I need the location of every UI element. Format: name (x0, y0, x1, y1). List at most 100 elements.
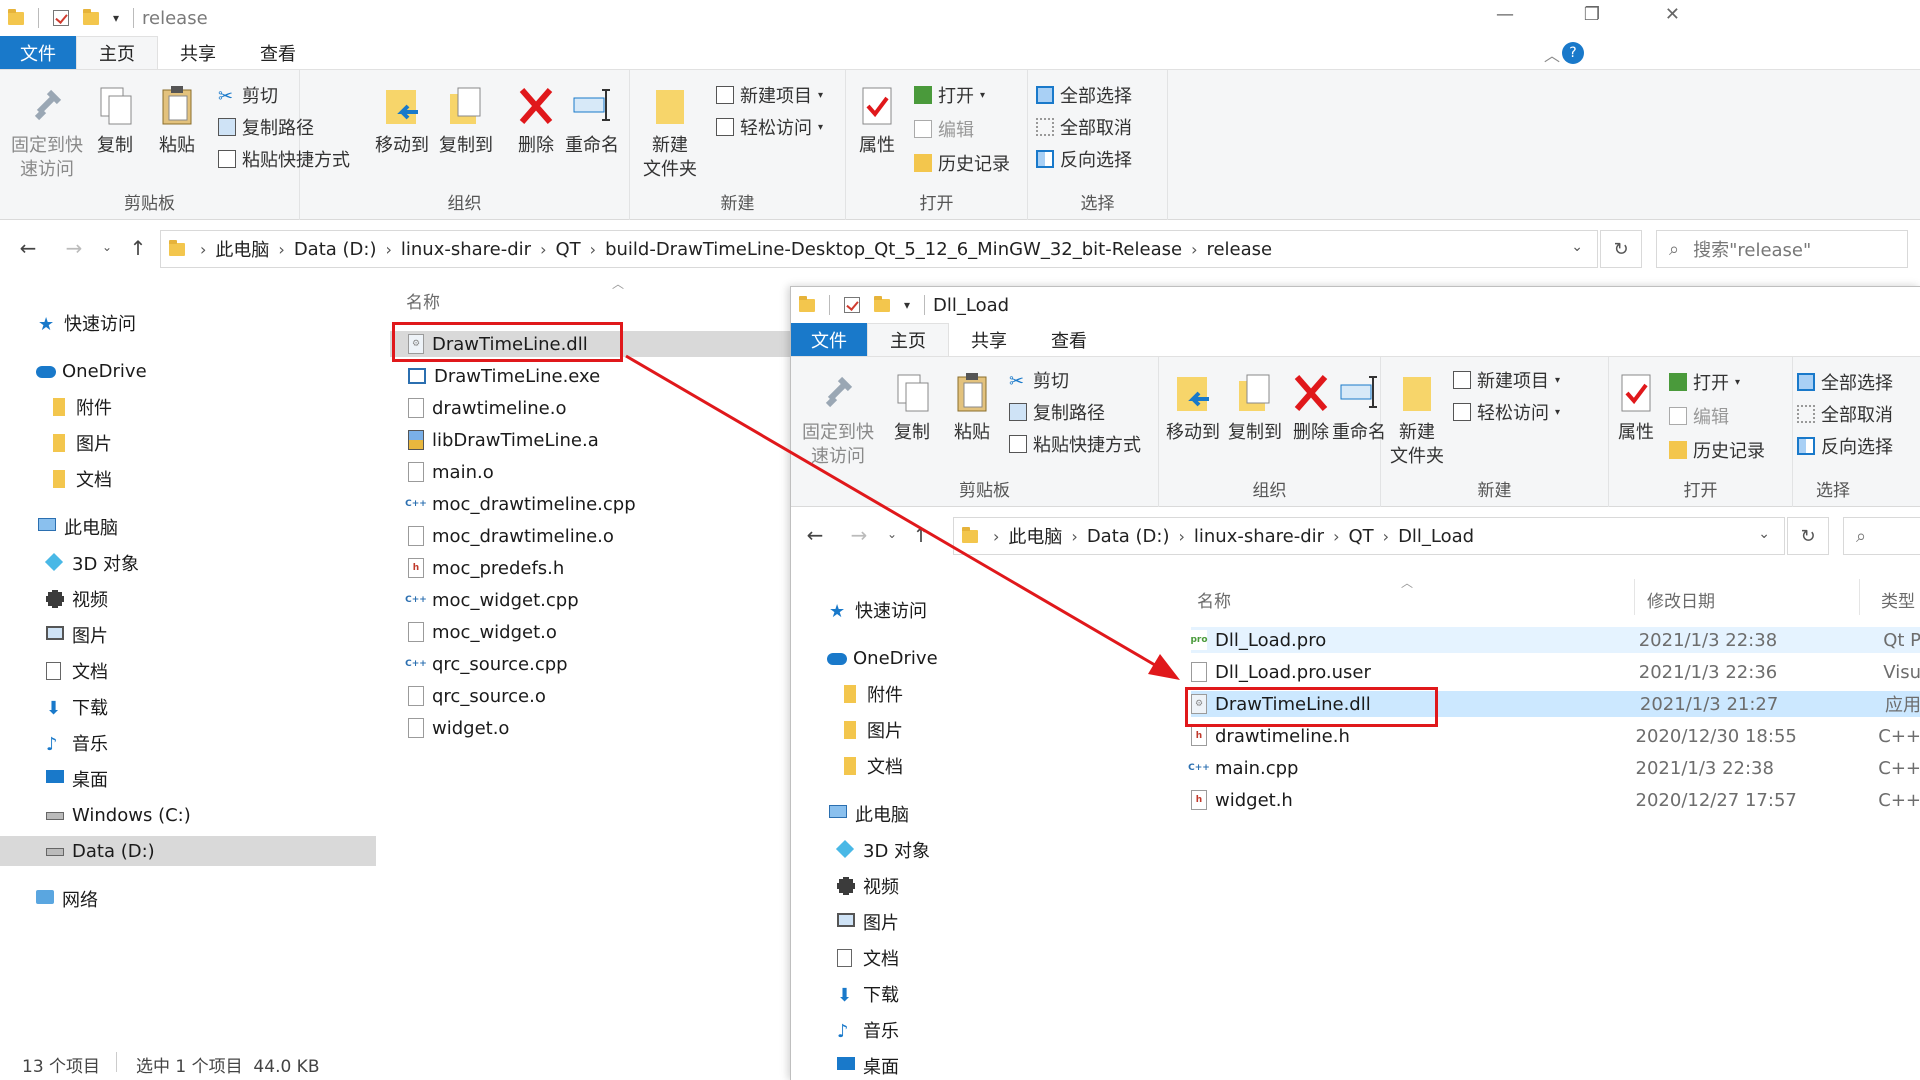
nav-item-picture[interactable]: 图片 (0, 620, 376, 650)
pin-quick-access-button[interactable]: 固定到快 速访问 (799, 371, 877, 469)
nav-item-cube[interactable]: 3D 对象 (791, 835, 1161, 865)
file-row[interactable]: qrc_source.o (390, 683, 790, 709)
copy-to-button[interactable]: 复制到 (436, 84, 496, 158)
delete-button[interactable]: 删除 (1289, 371, 1333, 445)
tab-share[interactable]: 共享 (949, 323, 1029, 356)
select-all-button[interactable]: 全部选择 (1797, 369, 1893, 395)
easy-access-button[interactable]: 轻松访问 ▾ (1453, 399, 1560, 425)
nav-item-document[interactable]: 文档 (791, 943, 1161, 973)
breadcrumb-data-d[interactable]: Data (D:) (1087, 526, 1170, 547)
new-item-button[interactable]: 新建项目 ▾ (716, 82, 823, 108)
nav-item-video[interactable]: 视频 (791, 871, 1161, 901)
new-folder-quick-icon[interactable] (83, 8, 99, 25)
cut-button[interactable]: ✂ 剪切 (1009, 367, 1069, 393)
nav-item-music[interactable]: ♪ 音乐 (0, 728, 376, 758)
edit-button[interactable]: 编辑 (1669, 403, 1729, 429)
quick-access-dropdown[interactable]: ▾ (113, 11, 119, 25)
nav-item-folder[interactable]: 图片 (791, 715, 1161, 745)
tab-file[interactable]: 文件 (0, 36, 76, 69)
collapse-ribbon-icon[interactable]: ︿ (1544, 42, 1560, 66)
properties-quick-icon[interactable] (53, 10, 69, 26)
nav-item-cloud[interactable]: OneDrive (791, 643, 1161, 673)
tab-home[interactable]: 主页 (867, 323, 949, 356)
column-header-name[interactable]: 名称 (1197, 587, 1231, 612)
breadcrumb-linux-share-dir[interactable]: linux-share-dir (1194, 526, 1324, 547)
select-none-button[interactable]: 全部取消 (1036, 114, 1132, 140)
nav-item-document[interactable]: 文档 (0, 656, 376, 686)
file-row[interactable]: C++ qrc_source.cpp (390, 651, 790, 677)
nav-item-star[interactable]: ★ 快速访问 (791, 595, 1161, 625)
nav-item-folder[interactable]: 附件 (0, 392, 376, 422)
help-icon[interactable]: ? (1562, 42, 1584, 64)
select-none-button[interactable]: 全部取消 (1797, 401, 1893, 427)
quick-access-dropdown[interactable]: ▾ (904, 298, 910, 312)
file-row[interactable]: Dll_Load.pro.user 2021/1/3 22:36 Visu (1191, 659, 1920, 685)
breadcrumb-this-pc[interactable]: 此电脑 (1008, 523, 1062, 549)
copy-button[interactable]: 复制 (887, 371, 937, 445)
copy-to-button[interactable]: 复制到 (1225, 371, 1285, 445)
back-arrow-icon[interactable]: ← (795, 523, 835, 547)
refresh-button[interactable]: ↻ (1600, 230, 1642, 268)
file-row[interactable]: pro Dll_Load.pro 2021/1/3 22:38 Qt P (1190, 627, 1920, 653)
tab-view[interactable]: 查看 (1029, 323, 1109, 356)
breadcrumb-build-folder[interactable]: build-DrawTimeLine-Desktop_Qt_5_12_6_Min… (605, 239, 1182, 260)
move-to-button[interactable]: 移动到 (372, 84, 432, 158)
column-header-modified[interactable]: 修改日期 (1647, 587, 1715, 612)
breadcrumb-linux-share-dir[interactable]: linux-share-dir (401, 239, 531, 260)
search-input[interactable]: ⌕ (1843, 517, 1920, 555)
cut-button[interactable]: ✂ 剪切 (218, 82, 278, 108)
tab-file[interactable]: 文件 (791, 323, 867, 356)
file-row[interactable]: h widget.h 2020/12/27 17:57 C++ (1191, 787, 1920, 813)
nav-item-download[interactable]: ⬇ 下载 (0, 692, 376, 722)
forward-arrow-icon[interactable]: → (839, 523, 879, 547)
breadcrumb-dll-load[interactable]: Dll_Load (1398, 526, 1474, 547)
open-button[interactable]: 打开 ▾ (914, 82, 985, 108)
move-to-button[interactable]: 移动到 (1163, 371, 1223, 445)
address-bar[interactable]: › 此电脑 › Data (D:) › linux-share-dir › QT › D… (953, 517, 1785, 555)
breadcrumb-data-d[interactable]: Data (D:) (294, 239, 377, 260)
nav-item-desktop[interactable]: 桌面 (0, 764, 376, 794)
address-dropdown-icon[interactable]: ⌄ (1571, 239, 1583, 255)
easy-access-button[interactable]: 轻松访问 ▾ (716, 114, 823, 140)
paste-button[interactable]: 粘贴 (152, 84, 202, 158)
invert-selection-button[interactable]: 反向选择 (1036, 146, 1132, 172)
properties-button[interactable]: 属性 (852, 84, 902, 158)
rename-button[interactable]: 重命名 (562, 84, 622, 158)
invert-selection-button[interactable]: 反向选择 (1797, 433, 1893, 459)
nav-item-music[interactable]: ♪ 音乐 (791, 1015, 1161, 1045)
new-item-button[interactable]: 新建项目 ▾ (1453, 367, 1560, 393)
recent-locations-icon[interactable]: ⌄ (887, 527, 897, 541)
file-row[interactable]: h moc_predefs.h (390, 555, 790, 581)
column-header-name[interactable]: 名称 (406, 288, 440, 313)
nav-item-pc[interactable]: 此电脑 (791, 799, 1161, 829)
recent-locations-icon[interactable]: ⌄ (102, 240, 112, 254)
close-button[interactable]: ✕ (1665, 4, 1680, 25)
nav-item-pc[interactable]: 此电脑 (0, 512, 376, 542)
copy-path-button[interactable]: 复制路径 (1009, 399, 1105, 425)
tab-share[interactable]: 共享 (158, 36, 238, 69)
file-row[interactable]: DrawTimeLine.exe (390, 363, 790, 389)
minimize-button[interactable]: — (1496, 4, 1514, 25)
delete-button[interactable]: 删除 (514, 84, 558, 158)
file-row[interactable]: widget.o (390, 715, 790, 741)
nav-item-download[interactable]: ⬇ 下载 (791, 979, 1161, 1009)
column-header-type[interactable]: 类型 (1881, 587, 1915, 612)
nav-item-drive[interactable]: Data (D:) (0, 836, 376, 866)
nav-item-picture[interactable]: 图片 (791, 907, 1161, 937)
nav-item-star[interactable]: ★ 快速访问 (0, 308, 376, 338)
nav-item-cloud[interactable]: OneDrive (0, 356, 376, 386)
file-row[interactable]: main.o (390, 459, 790, 485)
up-arrow-icon[interactable]: ↑ (901, 523, 941, 547)
file-row[interactable]: libDrawTimeLine.a (390, 427, 790, 453)
file-row[interactable]: C++ moc_widget.cpp (390, 587, 790, 613)
up-arrow-icon[interactable]: ↑ (118, 236, 158, 260)
file-row[interactable]: C++ main.cpp 2021/1/3 22:38 C++ (1188, 755, 1920, 781)
breadcrumb-this-pc[interactable]: 此电脑 (215, 236, 269, 262)
nav-item-folder[interactable]: 附件 (791, 679, 1161, 709)
file-row[interactable]: moc_drawtimeline.o (390, 523, 790, 549)
paste-shortcut-button[interactable]: 粘贴快捷方式 (1009, 431, 1141, 457)
paste-button[interactable]: 粘贴 (947, 371, 997, 445)
nav-item-cube[interactable]: 3D 对象 (0, 548, 376, 578)
properties-button[interactable]: 属性 (1611, 371, 1661, 445)
file-row[interactable]: moc_widget.o (390, 619, 790, 645)
